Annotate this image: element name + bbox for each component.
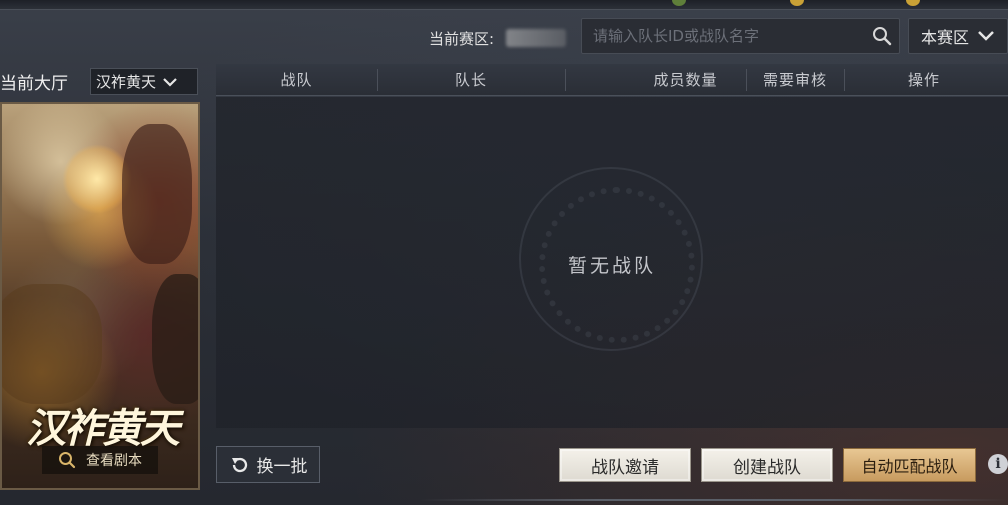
column-header-captain: 队长: [454, 71, 487, 89]
currency-icon: [790, 0, 804, 6]
current-hall-title: 当前大厅: [0, 74, 68, 94]
team-table-body: 暂无战队: [216, 97, 1008, 428]
auto-match-team-label: 自动匹配战队: [861, 457, 958, 476]
create-team-button[interactable]: 创建战队: [701, 448, 833, 482]
search-box: [581, 18, 900, 54]
view-script-label: 查看剧本: [86, 453, 142, 469]
scenario-card[interactable]: 汉祚黄天 查看剧本: [0, 102, 200, 490]
current-zone-value-blurred: [506, 29, 566, 47]
search-input[interactable]: [582, 19, 865, 53]
column-header-team: 战队: [280, 71, 313, 89]
magnifier-icon: [59, 452, 76, 469]
team-invite-button[interactable]: 战队邀请: [559, 448, 691, 482]
view-script-button[interactable]: 查看剧本: [42, 446, 158, 474]
current-zone-label: 当前赛区:: [429, 30, 495, 48]
create-team-label: 创建战队: [733, 457, 801, 478]
refresh-label: 换一批: [256, 457, 308, 477]
team-invite-label: 战队邀请: [591, 457, 659, 478]
bottom-divider: [420, 499, 1008, 501]
hall-select[interactable]: 汉祚黄天: [90, 68, 198, 95]
column-header-action: 操作: [907, 71, 940, 89]
column-header-members: 成员数量: [653, 71, 718, 89]
column-header-review: 需要审核: [762, 71, 827, 89]
currency-icon: [672, 0, 686, 6]
refresh-icon: [231, 457, 247, 472]
info-icon-glyph: i: [995, 456, 1001, 472]
scenario-art: [122, 124, 192, 264]
refresh-button[interactable]: 换一批: [216, 446, 320, 483]
zone-select[interactable]: 本赛区: [908, 18, 1008, 54]
zone-select-value: 本赛区: [921, 28, 970, 47]
top-strip: [0, 0, 1008, 10]
auto-match-team-button[interactable]: 自动匹配战队: [843, 448, 976, 482]
chevron-down-icon: [162, 73, 178, 91]
scenario-art: [152, 274, 198, 404]
search-icon[interactable]: [865, 19, 899, 53]
currency-icon: [906, 0, 920, 6]
chevron-down-icon: [977, 27, 995, 46]
info-icon[interactable]: i: [988, 454, 1008, 474]
team-table-header: 战队 队长 成员数量 需要审核 操作: [216, 64, 1008, 96]
hall-select-value: 汉祚黄天: [96, 73, 157, 91]
empty-state-text: 暂无战队: [567, 255, 656, 277]
scenario-art: [2, 284, 102, 404]
